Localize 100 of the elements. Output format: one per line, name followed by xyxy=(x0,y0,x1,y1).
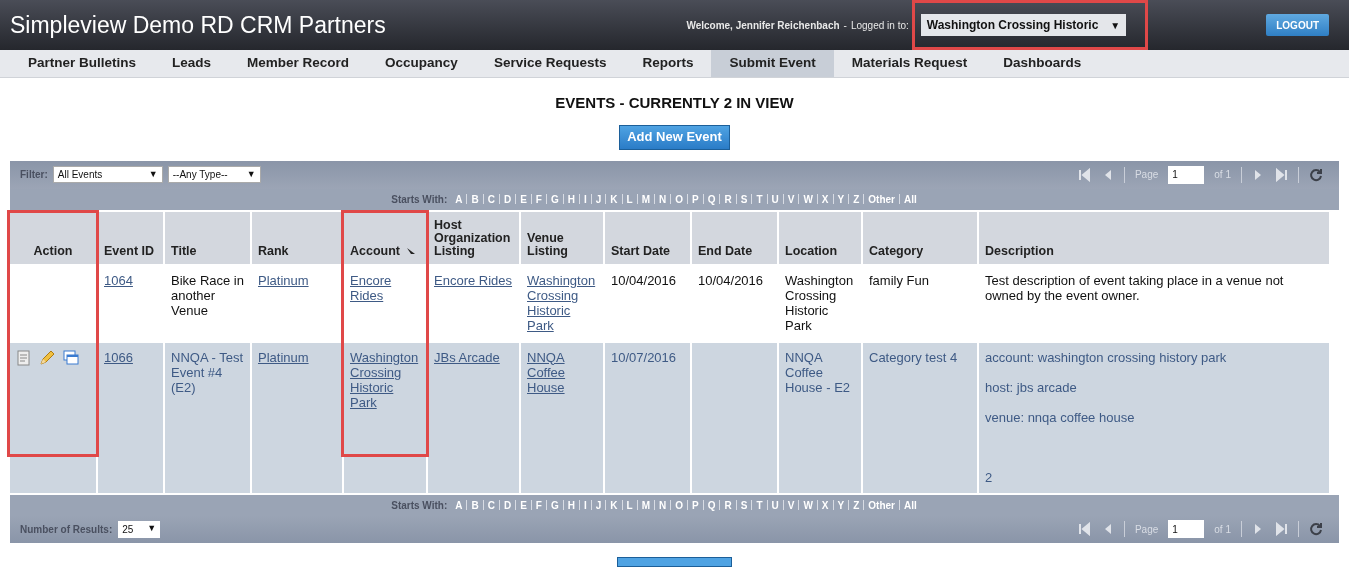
letter-link[interactable]: A xyxy=(454,191,464,207)
host-link[interactable]: Encore Rides xyxy=(434,272,513,288)
letter-link[interactable]: M xyxy=(640,497,651,513)
letter-link[interactable]: B xyxy=(470,191,480,207)
letter-link[interactable]: D xyxy=(502,191,513,207)
page-input[interactable]: 1 xyxy=(1168,165,1205,184)
letter-link[interactable]: E xyxy=(519,497,528,513)
venue-link[interactable]: NNQA Coffee House xyxy=(527,349,597,395)
letter-link[interactable]: Other xyxy=(867,497,896,513)
nav-tab[interactable]: Member Record xyxy=(229,50,368,77)
letter-link[interactable]: D xyxy=(502,497,513,513)
nav-tab[interactable]: Dashboards xyxy=(985,50,1100,77)
column-header[interactable]: Description xyxy=(979,211,1329,264)
letter-link[interactable]: F xyxy=(534,497,543,513)
nav-tab[interactable]: Service Requests xyxy=(475,50,625,77)
first-page-icon[interactable] xyxy=(1077,522,1091,536)
letter-link[interactable]: G xyxy=(549,191,560,207)
nav-tab[interactable]: Leads xyxy=(154,50,230,77)
account-link[interactable]: Encore Rides xyxy=(350,272,420,303)
refresh-icon[interactable] xyxy=(1309,522,1323,536)
column-header[interactable]: Start Date xyxy=(605,211,690,264)
letter-link[interactable]: U xyxy=(770,497,780,513)
letter-link[interactable]: Z xyxy=(852,191,861,207)
last-page-icon[interactable] xyxy=(1275,522,1288,536)
letter-link[interactable]: X xyxy=(820,191,830,207)
letter-link[interactable]: Q xyxy=(706,191,717,207)
event-id-link[interactable]: 1066 xyxy=(104,349,133,365)
letter-link[interactable]: R xyxy=(723,191,733,207)
column-header[interactable]: Location xyxy=(779,211,861,264)
letter-link[interactable]: P xyxy=(691,191,700,207)
letter-link[interactable]: L xyxy=(625,497,634,513)
rank-link[interactable]: Platinum xyxy=(258,349,309,365)
letter-link[interactable]: Q xyxy=(706,497,717,513)
column-header[interactable]: Action xyxy=(10,211,96,264)
letter-link[interactable]: Y xyxy=(836,191,846,207)
letter-link[interactable]: O xyxy=(674,191,685,207)
results-select[interactable]: 25 ▼ xyxy=(118,520,161,538)
letter-link[interactable]: V xyxy=(786,191,796,207)
letter-link[interactable]: Other xyxy=(867,191,896,207)
nav-tab[interactable]: Partner Bulletins xyxy=(10,50,155,77)
sort-icon[interactable] xyxy=(406,246,416,255)
column-header[interactable]: Account xyxy=(344,211,426,264)
page-input[interactable]: 1 xyxy=(1168,520,1205,538)
last-page-icon[interactable] xyxy=(1275,167,1288,182)
column-header[interactable]: Event ID xyxy=(98,211,163,264)
column-header[interactable]: End Date xyxy=(692,211,777,264)
nav-tab[interactable]: Materials Request xyxy=(833,50,986,77)
letter-link[interactable]: V xyxy=(786,497,796,513)
button-edge[interactable] xyxy=(617,556,732,567)
letter-link[interactable]: J xyxy=(594,497,603,513)
letter-link[interactable]: O xyxy=(674,497,685,513)
letter-link[interactable]: C xyxy=(486,497,496,513)
letter-link[interactable]: H xyxy=(566,191,576,207)
letter-link[interactable]: W xyxy=(802,497,814,513)
letter-link[interactable]: S xyxy=(739,191,749,207)
letter-link[interactable]: Y xyxy=(836,497,846,513)
letter-link[interactable]: I xyxy=(583,497,588,513)
column-header[interactable]: Venue Listing xyxy=(521,211,603,264)
document-icon[interactable] xyxy=(16,349,31,366)
column-header[interactable]: Category xyxy=(863,211,977,264)
letter-link[interactable]: G xyxy=(549,497,560,513)
nav-tab[interactable]: Submit Event xyxy=(711,50,834,77)
letter-link[interactable]: U xyxy=(770,191,780,207)
letter-link[interactable]: E xyxy=(519,191,528,207)
column-header[interactable]: Rank xyxy=(252,211,342,264)
letter-link[interactable]: C xyxy=(486,191,496,207)
letter-link[interactable]: P xyxy=(691,497,700,513)
letter-link[interactable]: A xyxy=(454,497,464,513)
letter-link[interactable]: All xyxy=(903,191,918,207)
letter-link[interactable]: K xyxy=(609,497,619,513)
filter-select[interactable]: All Events ▼ xyxy=(52,166,163,183)
event-id-link[interactable]: 1064 xyxy=(104,272,133,288)
letter-link[interactable]: N xyxy=(658,191,668,207)
letter-link[interactable]: W xyxy=(802,191,814,207)
letter-link[interactable]: All xyxy=(903,497,918,513)
letter-link[interactable]: T xyxy=(755,497,764,513)
letter-link[interactable]: H xyxy=(566,497,576,513)
windows-icon[interactable] xyxy=(63,349,79,365)
column-header[interactable]: Host Organization Listing xyxy=(428,211,519,264)
letter-link[interactable]: X xyxy=(820,497,830,513)
rank-link[interactable]: Platinum xyxy=(258,272,309,288)
letter-link[interactable]: T xyxy=(755,191,764,207)
letter-link[interactable]: S xyxy=(739,497,749,513)
nav-tab[interactable]: Occupancy xyxy=(367,50,476,77)
column-header[interactable]: Title xyxy=(165,211,250,264)
account-link[interactable]: Washington Crossing Historic Park xyxy=(350,349,420,410)
letter-link[interactable]: B xyxy=(470,497,480,513)
account-select[interactable]: Washington Crossing Historic ▼ xyxy=(920,14,1127,36)
logout-button[interactable]: LOGOUT xyxy=(1266,14,1329,36)
letter-link[interactable]: L xyxy=(625,191,634,207)
pencil-icon[interactable] xyxy=(39,349,55,366)
letter-link[interactable]: I xyxy=(583,191,588,207)
letter-link[interactable]: F xyxy=(534,191,543,207)
first-page-icon[interactable] xyxy=(1077,167,1091,182)
letter-link[interactable]: N xyxy=(658,497,668,513)
nav-tab[interactable]: Reports xyxy=(624,50,712,77)
host-link[interactable]: JBs Arcade xyxy=(434,349,500,365)
letter-link[interactable]: K xyxy=(609,191,619,207)
filter-select[interactable]: --Any Type-- ▼ xyxy=(167,166,261,183)
letter-link[interactable]: R xyxy=(723,497,733,513)
